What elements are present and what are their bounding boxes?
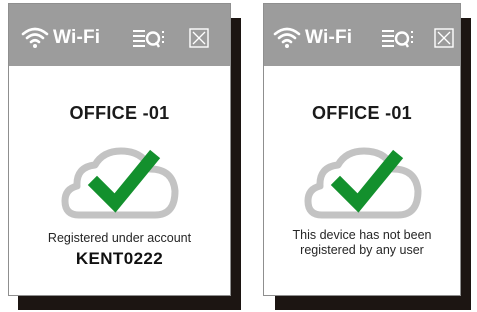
close-icon[interactable]: [434, 28, 454, 48]
wifi-icon: [21, 27, 49, 48]
title-label: Wi-Fi: [305, 27, 353, 48]
title-label: Wi-Fi: [53, 27, 101, 48]
account-name: KENT0222: [75, 249, 164, 268]
list-icon[interactable]: [382, 29, 414, 49]
device-name: OFFICE -01: [311, 103, 412, 123]
list-icon[interactable]: [133, 29, 165, 49]
wifi-icon: [273, 27, 301, 48]
checkmark-icon: [87, 149, 161, 213]
title-bar: Wi-Fi: [9, 4, 230, 66]
cloud-icon: [61, 147, 179, 219]
status-text: This device has not been: [292, 228, 432, 242]
close-icon[interactable]: [189, 28, 209, 48]
wifi-panel-registered: Wi-Fi OFFICE -01 Registered under accoun…: [8, 3, 231, 296]
cloud-icon: [304, 147, 422, 219]
checkmark-icon: [330, 149, 404, 213]
title-bar: Wi-Fi: [264, 4, 460, 66]
status-text-line2: registered by any user: [300, 243, 424, 257]
device-name: OFFICE -01: [69, 103, 170, 123]
status-text: Registered under account: [47, 231, 192, 245]
wifi-panel-unregistered: Wi-Fi OFFICE -01 This device has not bee…: [263, 3, 461, 296]
